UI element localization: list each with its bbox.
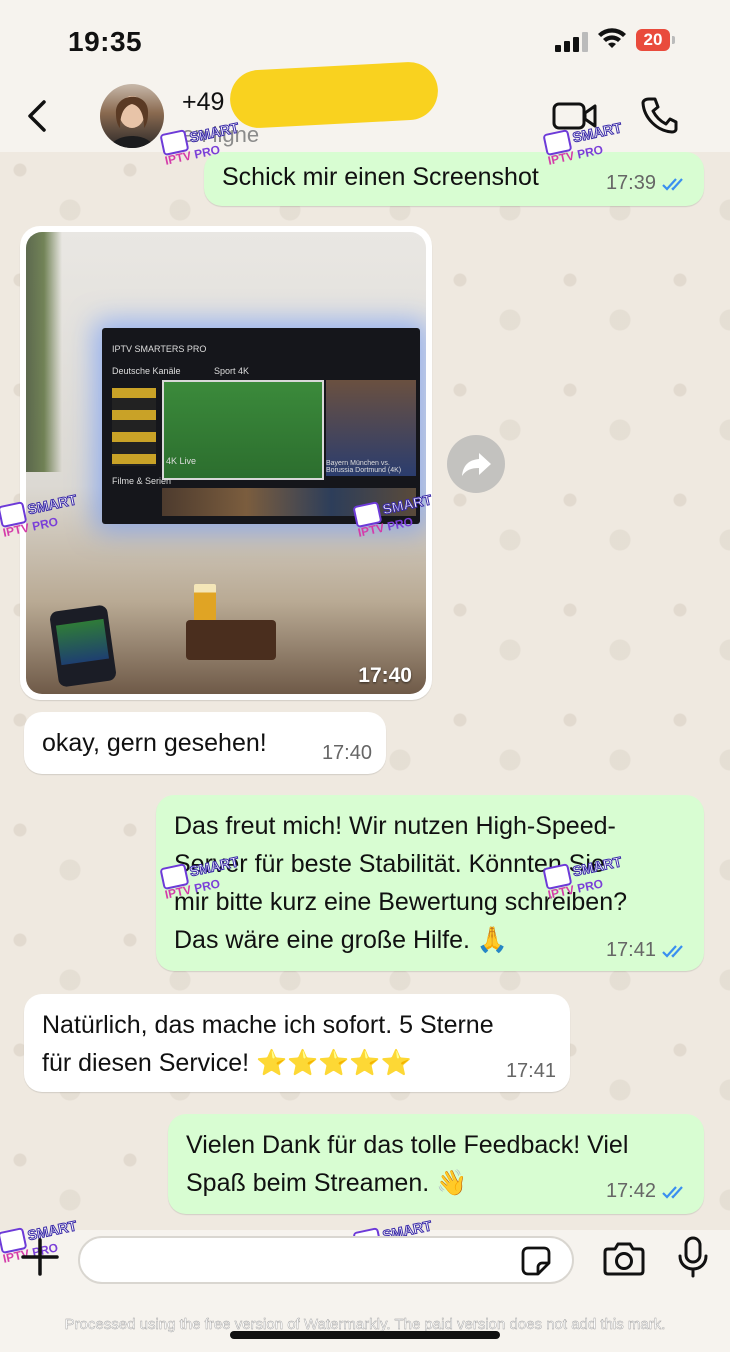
message-bubble-outgoing[interactable]: Vielen Dank für das tolle Feedback! Viel… <box>168 1114 704 1214</box>
message-text: Das freut mich! Wir nutzen High-Speed- S… <box>174 807 627 959</box>
back-icon[interactable] <box>22 98 54 134</box>
tv-screen: IPTV SMARTERS PRO Deutsche Kanäle Sport … <box>102 328 420 524</box>
plant-decor <box>26 232 62 472</box>
wooden-table <box>186 620 276 660</box>
message-time: 17:41 <box>605 939 656 961</box>
video-call-icon[interactable] <box>552 100 598 132</box>
tv-live-label: 4K Live <box>166 456 197 466</box>
image-time: 17:40 <box>358 664 412 687</box>
message-meta: 17:41 <box>606 939 690 962</box>
message-meta: 17:42 <box>606 1180 690 1203</box>
plus-icon[interactable] <box>20 1237 60 1277</box>
read-receipt-icon <box>662 1185 683 1199</box>
tv-row-title: Filme & Serien <box>112 476 172 486</box>
message-line: Natürlich, das mache ich sofort. 5 Stern… <box>42 1011 494 1039</box>
message-line: Vielen Dank für das tolle Feedback! Viel <box>186 1131 629 1159</box>
message-line: Das wäre eine große Hilfe. 🙏 <box>174 926 509 954</box>
phone-icon[interactable] <box>640 96 678 134</box>
message-text: okay, gern gesehen! <box>42 729 267 757</box>
message-time: 17:41 <box>505 1060 556 1082</box>
signal-icon <box>555 32 588 52</box>
message-bubble-outgoing[interactable]: Das freut mich! Wir nutzen High-Speed- S… <box>156 795 704 971</box>
message-line: für diesen Service! ⭐⭐⭐⭐⭐ <box>42 1049 412 1077</box>
screenshot-photo[interactable]: IPTV SMARTERS PRO Deutsche Kanäle Sport … <box>26 232 426 694</box>
chat-header: +49 en ligne <box>0 60 730 152</box>
battery-indicator: 20 <box>636 29 676 51</box>
smartphone-decor <box>48 604 118 688</box>
message-bubble-outgoing[interactable]: Schick mir einen Screenshot 17:39 <box>204 152 704 206</box>
message-bubble-incoming[interactable]: Natürlich, das mache ich sofort. 5 Stern… <box>24 994 570 1092</box>
message-time: 17:42 <box>605 1180 656 1202</box>
mic-icon[interactable] <box>678 1236 708 1278</box>
tv-match-title: Bayern München vs. Borussia Dortmund (4K… <box>326 460 402 474</box>
forward-button[interactable] <box>447 435 505 493</box>
status-time: 19:35 <box>68 26 143 57</box>
image-message[interactable]: IPTV SMARTERS PRO Deutsche Kanäle Sport … <box>20 226 432 700</box>
message-text: Natürlich, das mache ich sofort. 5 Stern… <box>42 1006 494 1082</box>
camera-icon[interactable] <box>603 1240 645 1276</box>
message-text: Vielen Dank für das tolle Feedback! Viel… <box>186 1126 628 1202</box>
redaction-mark <box>228 60 440 130</box>
battery-level: 20 <box>636 29 670 51</box>
message-time: 17:39 <box>605 172 656 194</box>
forward-icon <box>462 453 491 476</box>
message-input[interactable] <box>78 1236 574 1284</box>
message-line: Server für beste Stabilität. Könnten Sie <box>174 850 605 878</box>
message-line: mir bitte kurz eine Bewertung schreiben? <box>174 888 628 916</box>
read-receipt-icon <box>662 177 683 191</box>
tv-category: Deutsche Kanäle <box>112 366 181 376</box>
wifi-icon <box>598 28 626 48</box>
contact-status: en ligne <box>182 122 260 147</box>
sticker-icon[interactable] <box>520 1245 552 1277</box>
tv-menu-title: IPTV SMARTERS PRO <box>112 344 207 354</box>
message-text: Schick mir einen Screenshot <box>222 163 539 191</box>
message-meta: 17:39 <box>606 172 690 195</box>
message-bubble-incoming[interactable]: okay, gern gesehen! 17:40 <box>24 712 386 774</box>
tv-featured: Sport 4K <box>214 366 250 376</box>
read-receipt-icon <box>662 944 683 958</box>
home-indicator[interactable] <box>230 1331 500 1339</box>
contact-avatar[interactable] <box>100 84 164 148</box>
message-time: 17:40 <box>321 742 372 764</box>
message-line: Spaß beim Streamen. 👋 <box>186 1169 468 1197</box>
message-line: Das freut mich! Wir nutzen High-Speed- <box>174 812 616 840</box>
contact-number[interactable]: +49 <box>182 88 224 117</box>
